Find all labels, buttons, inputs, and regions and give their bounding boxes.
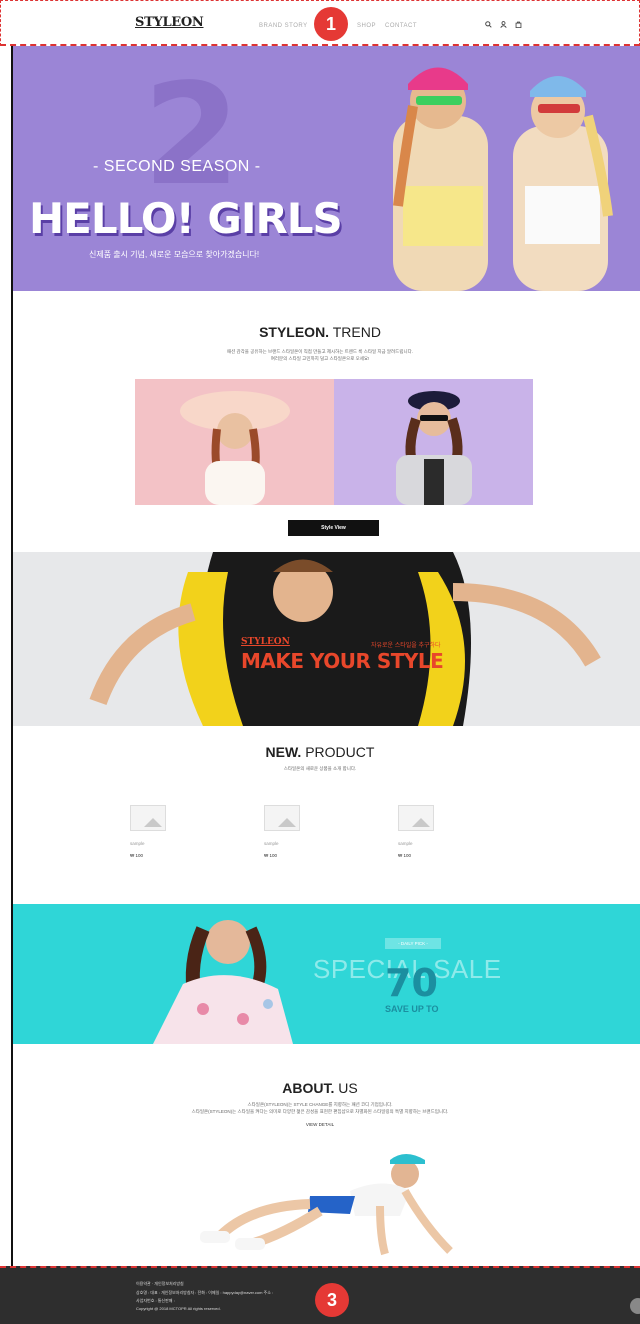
product-image-placeholder[interactable] [130,805,166,831]
trend-desc-1: 패션 감각을 공유하는 브랜드 스타일온이 직접 만들고 제시하는 트렌드 룩 … [227,349,413,354]
banner-tagline: 자유로운 스타일을 추구하다 [371,643,441,649]
model-crouching-image [200,1154,453,1256]
sale-percent: 70 [385,961,438,1005]
site-logo[interactable]: STYLEON [135,15,204,30]
footer-links[interactable]: 이용약관 · 개인정보처리방침 [136,1281,184,1287]
product-image-placeholder[interactable] [264,805,300,831]
site-footer: 이용약관 · 개인정보처리방침 상호명 : 대표 : 개인정보처리방침자 : 전… [0,1266,640,1324]
new-product-desc: 스타일온의 새로운 상품을 소개 합니다. [283,766,357,771]
banner-logo: STYLEON [241,637,290,647]
product-image-placeholder[interactable] [398,805,434,831]
bag-icon[interactable] [515,21,522,28]
sale-save-label: SAVE UP TO [385,1004,439,1014]
product-name[interactable]: sample [398,841,434,846]
about-desc-1: 스타일온(STYLEON)는 STYLE CHANGE를 지향하는 패션 코디 … [247,1102,393,1107]
search-icon[interactable] [485,21,492,28]
view-detail-link[interactable]: VIEW DETAIL [0,1122,640,1127]
scroll-top-button[interactable] [630,1298,640,1314]
product-price: ₩ 100 [398,853,412,858]
trend-desc-2: 여러분의 스타일 고민까지 덜고 스타일온으로 오세요! [270,356,370,361]
new-product-title-light: PRODUCT [301,744,375,760]
annotation-badge-1: 1 [314,7,348,41]
model-black-hat-image [396,391,472,505]
new-product-title: NEW. PRODUCT [0,744,640,760]
about-title-bold: ABOUT. [282,1080,335,1096]
footer-business-info: 사업자번호 : 통신판매 : [136,1298,175,1303]
daily-pick-badge: - DAILY PICK - [385,938,441,949]
product-card[interactable]: sample ₩ 100 [130,805,166,858]
nav-shop[interactable]: SHOP [357,23,376,29]
footer-company-info: 상호명 : 대표 : 개인정보처리방침자 : 전화 : 이메일 : happyd… [136,1290,274,1295]
hero-models-image [393,67,613,291]
annotation-badge-3: 3 [315,1283,349,1317]
nav-contact[interactable]: CONTACT [385,23,417,29]
footer-copyright: Copyright @ 2018 MCTOPR All rights reser… [136,1306,221,1311]
trend-title: STYLEON. TREND [0,324,640,340]
nav-brand-story[interactable]: BRAND STORY [259,23,308,29]
product-card[interactable]: sample ₩ 100 [264,805,300,858]
trend-image-left[interactable] [135,379,334,505]
hero-subtitle: 신제품 출시 기념, 새로운 모습으로 찾아가겠습니다! [89,250,260,259]
model-yellow-jacket-image [89,552,601,726]
trend-title-bold: STYLEON. [259,324,330,340]
about-title-light: US [334,1080,358,1096]
hero-season: - SECOND SEASON - [93,158,261,175]
header-icons [485,21,522,28]
model-pink-hat-image [180,391,290,505]
make-your-style-banner[interactable]: STYLEON 자유로운 스타일을 추구하다 MAKE YOUR STYLE [13,552,640,726]
banner-title: MAKE YOUR STYLE [241,649,444,673]
user-icon[interactable] [500,21,507,28]
product-price: ₩ 100 [264,853,278,858]
trend-title-light: TREND [329,324,381,340]
hero-title: HELLO! GIRLS [29,194,343,243]
product-price: ₩ 100 [130,853,144,858]
about-desc-2: 스타일온(STYLEON)는 스타일을 켜다는 의미로 다양한 젊은 감성을 표… [191,1109,449,1114]
trend-image-right[interactable] [334,379,533,505]
style-view-button[interactable]: Style View [288,520,379,536]
hero-banner[interactable]: 2 - SECOND SEASON - HELLO! GIRLS 신제품 출시 … [13,46,640,291]
new-product-title-bold: NEW. [265,744,302,760]
product-name[interactable]: sample [130,841,166,846]
product-card[interactable]: sample ₩ 100 [398,805,434,858]
hero-season-number: 2 [143,54,241,217]
site-header: STYLEON BRAND STORY SHOP CONTACT 1 [0,0,640,46]
about-title: ABOUT. US [0,1080,640,1096]
product-name[interactable]: sample [264,841,300,846]
special-sale-banner[interactable]: - DAILY PICK - SPECIAL SALE 70 SAVE UP T… [13,904,640,1044]
page: STYLEON BRAND STORY SHOP CONTACT 1 2 - S… [0,0,640,1324]
